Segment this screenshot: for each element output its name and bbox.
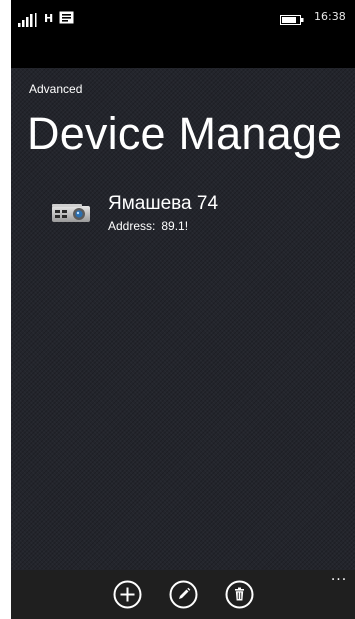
application-bar: ... (11, 569, 355, 619)
delete-device-button[interactable] (225, 580, 254, 609)
signal-strength-icon (18, 13, 37, 27)
status-bar: H 16:38 (11, 0, 355, 68)
status-time: 16:38 (314, 10, 346, 23)
dvr-device-icon (52, 204, 90, 222)
delete-icon (225, 580, 254, 609)
network-type: H (44, 12, 54, 25)
edit-device-button[interactable] (169, 580, 198, 609)
device-name: Ямашева 74 (108, 193, 219, 214)
device-list-item[interactable]: Ямашева 74 Address: 89.1! (51, 192, 341, 236)
edit-icon (169, 580, 198, 609)
page-title: Device Manage (27, 108, 343, 159)
more-options-button[interactable]: ... (327, 569, 351, 586)
phone-screen: H 16:38 Advanced Device Manage Ямашева 7… (11, 0, 355, 619)
device-address: Address: 89.1! (108, 219, 203, 233)
device-address-label: Address: (108, 219, 156, 233)
app-subtitle: Advanced (29, 82, 83, 96)
message-icon (59, 11, 74, 24)
battery-icon (280, 15, 304, 25)
add-device-button[interactable] (113, 580, 142, 609)
device-manager-page: Advanced Device Manage Ямашева 74 Addres… (11, 68, 355, 570)
add-icon (113, 580, 142, 609)
device-address-value: 89.1! (161, 219, 189, 233)
